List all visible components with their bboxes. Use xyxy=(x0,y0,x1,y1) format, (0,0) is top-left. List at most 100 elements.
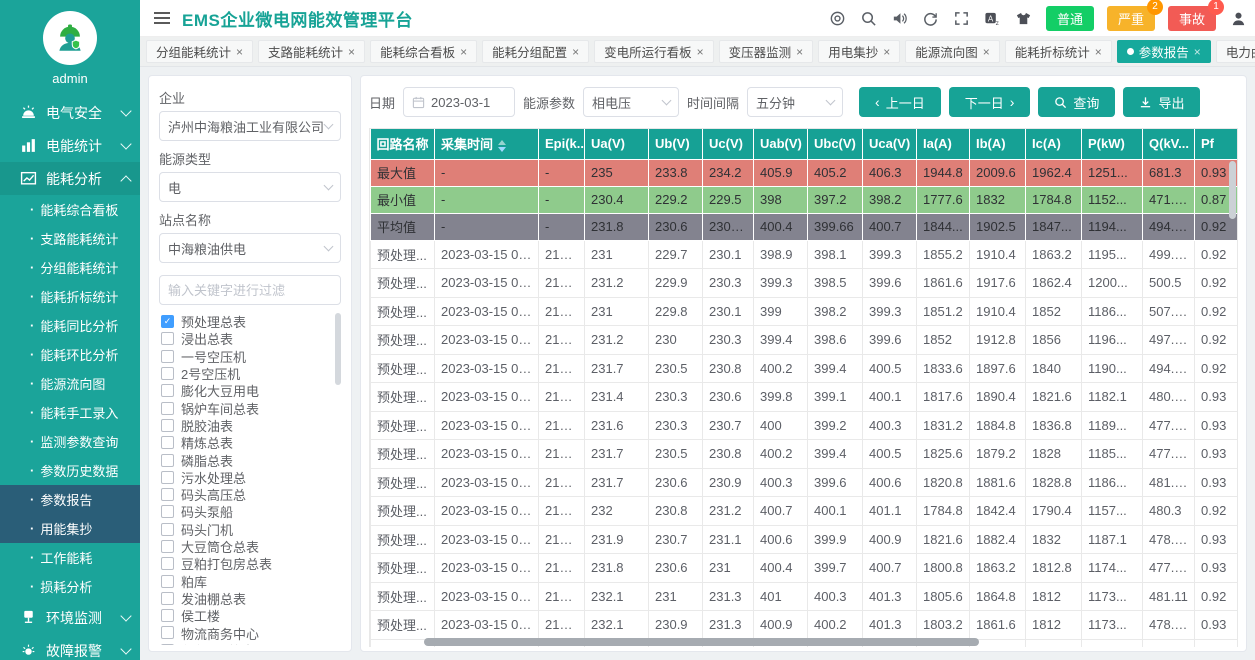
checkbox-icon[interactable] xyxy=(161,557,174,570)
table-row[interactable]: 预处理...2023-03-15 00...2172...231.7230.52… xyxy=(371,354,1239,383)
checkbox-icon[interactable] xyxy=(161,609,174,622)
search-icon[interactable] xyxy=(860,9,878,27)
circuit-item-大豆筒仓总表[interactable]: 大豆筒仓总表 xyxy=(159,538,341,555)
circuit-item-粕库[interactable]: 粕库 xyxy=(159,572,341,589)
sidebar-group-故障报警[interactable]: 故障报警 xyxy=(0,634,140,660)
tab-支路能耗统计[interactable]: 支路能耗统计 xyxy=(258,40,365,63)
close-icon[interactable] xyxy=(1194,45,1201,59)
table-row[interactable]: 预处理...2023-03-15 00...2172...231229.7230… xyxy=(371,240,1239,269)
sidebar-item-参数历史数据[interactable]: ·参数历史数据 xyxy=(0,456,140,485)
user-icon[interactable] xyxy=(1229,9,1247,27)
export-button[interactable]: 导出 xyxy=(1123,87,1200,117)
table-row[interactable]: 预处理...2023-03-15 00...2172...231.2229.92… xyxy=(371,269,1239,298)
checkbox-icon[interactable] xyxy=(161,384,174,397)
checkbox-icon[interactable] xyxy=(161,488,174,501)
close-icon[interactable] xyxy=(983,45,990,59)
close-icon[interactable] xyxy=(1095,45,1102,59)
keyword-filter-input[interactable] xyxy=(159,275,341,305)
sidebar-group-电能统计[interactable]: 电能统计 xyxy=(0,129,140,162)
theme-target-icon[interactable] xyxy=(829,9,847,27)
close-icon[interactable] xyxy=(796,45,803,59)
checkbox-icon[interactable] xyxy=(161,454,174,467)
user-profile[interactable]: admin xyxy=(0,0,140,96)
checkbox-icon[interactable] xyxy=(161,592,174,605)
checkbox-icon[interactable] xyxy=(161,419,174,432)
query-button[interactable]: 查询 xyxy=(1038,87,1115,117)
checkbox-icon[interactable] xyxy=(161,402,174,415)
tab-能耗分组配置[interactable]: 能耗分组配置 xyxy=(482,40,589,63)
checkbox-checked-icon[interactable] xyxy=(161,315,174,328)
checkbox-icon[interactable] xyxy=(161,575,174,588)
tab-用电集抄[interactable]: 用电集抄 xyxy=(818,40,900,63)
station-select[interactable]: 中海粮油供电 xyxy=(159,233,341,263)
checkbox-icon[interactable] xyxy=(161,626,174,639)
checkbox-icon[interactable] xyxy=(161,350,174,363)
tab-参数报告[interactable]: 参数报告 xyxy=(1117,40,1211,63)
horizontal-scrollbar[interactable] xyxy=(424,638,979,646)
table-row[interactable]: 预处理...2023-03-15 00...2172...231.2230230… xyxy=(371,326,1239,355)
sound-icon[interactable] xyxy=(891,9,909,27)
circuit-item-码头门机[interactable]: 码头门机 xyxy=(159,521,341,538)
checkbox-icon[interactable] xyxy=(161,540,174,553)
sidebar-item-能耗综合看板[interactable]: ·能耗综合看板 xyxy=(0,195,140,224)
circuit-item-脱胶油表[interactable]: 脱胶油表 xyxy=(159,417,341,434)
close-icon[interactable] xyxy=(572,45,579,59)
column-header-采集时间[interactable]: 采集时间 xyxy=(435,129,539,159)
sidebar-item-能耗手工录入[interactable]: ·能耗手工录入 xyxy=(0,398,140,427)
menu-collapse-icon[interactable] xyxy=(154,9,170,27)
circuit-item-锅炉车间总表[interactable]: 锅炉车间总表 xyxy=(159,399,341,416)
checkbox-icon[interactable] xyxy=(161,523,174,536)
skin-icon[interactable] xyxy=(1015,9,1033,27)
circuit-item-一号空压机[interactable]: 一号空压机 xyxy=(159,348,341,365)
close-icon[interactable] xyxy=(460,45,467,59)
sidebar-group-能耗分析[interactable]: 能耗分析 xyxy=(0,162,140,195)
refresh-icon[interactable] xyxy=(922,9,940,27)
sidebar-item-监测参数查询[interactable]: ·监测参数查询 xyxy=(0,427,140,456)
sidebar-item-参数报告[interactable]: ·参数报告 xyxy=(0,485,140,514)
circuit-item-码头高压总[interactable]: 码头高压总 xyxy=(159,486,341,503)
param-select[interactable]: 相电压 xyxy=(583,87,679,117)
checkbox-icon[interactable] xyxy=(161,471,174,484)
date-picker[interactable]: 2023-03-1 xyxy=(403,87,515,117)
sidebar-item-能源流向图[interactable]: ·能源流向图 xyxy=(0,369,140,398)
checkbox-icon[interactable] xyxy=(161,505,174,518)
sidebar-group-环境监测[interactable]: 环境监测 xyxy=(0,601,140,634)
table-row[interactable]: 预处理...2023-03-15 00...2173...231.9230.72… xyxy=(371,525,1239,554)
sidebar-item-能耗同比分析[interactable]: ·能耗同比分析 xyxy=(0,311,140,340)
circuit-item-豆粕打包房总表[interactable]: 豆粕打包房总表 xyxy=(159,555,341,572)
sidebar-group-电气安全[interactable]: 电气安全 xyxy=(0,96,140,129)
sidebar-item-工作能耗[interactable]: ·工作能耗 xyxy=(0,543,140,572)
close-icon[interactable] xyxy=(348,45,355,59)
sidebar-item-分组能耗统计[interactable]: ·分组能耗统计 xyxy=(0,253,140,282)
sidebar-item-能耗环比分析[interactable]: ·能耗环比分析 xyxy=(0,340,140,369)
table-row[interactable]: 预处理...2023-03-15 00...2172...231.4230.32… xyxy=(371,383,1239,412)
table-row[interactable]: 预处理...2023-03-15 00...2173...231.7230.62… xyxy=(371,468,1239,497)
close-icon[interactable] xyxy=(883,45,890,59)
circuit-item-物流商务中心[interactable]: 物流商务中心 xyxy=(159,624,341,641)
status-accident-button[interactable]: 事故1 xyxy=(1168,6,1216,31)
table-row[interactable]: 预处理...2023-03-15 00...2172...231229.8230… xyxy=(371,297,1239,326)
sidebar-item-能耗折标统计[interactable]: ·能耗折标统计 xyxy=(0,282,140,311)
table-row[interactable]: 预处理...2023-03-15 00...2173...231.8230.62… xyxy=(371,554,1239,583)
table-row[interactable]: 预处理...2023-03-15 00...2173...232230.8231… xyxy=(371,497,1239,526)
circuit-item-侯工楼[interactable]: 侯工楼 xyxy=(159,607,341,624)
tab-变压器监测[interactable]: 变压器监测 xyxy=(719,40,814,63)
circuit-item-膨化大豆用电[interactable]: 膨化大豆用电 xyxy=(159,382,341,399)
table-row[interactable]: 预处理...2023-03-15 01...2173...232.1230.92… xyxy=(371,611,1239,640)
tab-变电所运行看板[interactable]: 变电所运行看板 xyxy=(594,40,714,63)
next-day-button[interactable]: 下一日› xyxy=(949,87,1031,117)
circuit-item-浸出总表[interactable]: 浸出总表 xyxy=(159,330,341,347)
checkbox-icon[interactable] xyxy=(161,332,174,345)
translate-icon[interactable]: Az xyxy=(984,9,1002,27)
tab-能耗折标统计[interactable]: 能耗折标统计 xyxy=(1005,40,1112,63)
table-row[interactable]: 预处理...2023-03-15 00...2173...231.6230.32… xyxy=(371,411,1239,440)
sidebar-item-支路能耗统计[interactable]: ·支路能耗统计 xyxy=(0,224,140,253)
circuit-item-精炼总表[interactable]: 精炼总表 xyxy=(159,434,341,451)
prev-day-button[interactable]: ‹上一日 xyxy=(859,87,941,117)
close-icon[interactable] xyxy=(697,45,704,59)
status-normal-button[interactable]: 普通 xyxy=(1046,6,1094,31)
circuit-item-发油棚总表[interactable]: 发油棚总表 xyxy=(159,590,341,607)
circuit-item-污水处理总[interactable]: 污水处理总 xyxy=(159,469,341,486)
filter-list-scrollbar[interactable] xyxy=(335,313,341,385)
sort-icon[interactable] xyxy=(498,140,506,152)
